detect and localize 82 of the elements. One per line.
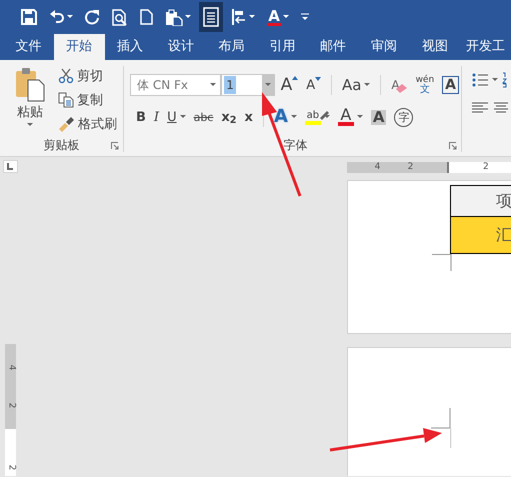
font-color-button[interactable]: A xyxy=(336,108,365,126)
ribbon-tab[interactable]: 布局 xyxy=(206,34,257,60)
ribbon-tab[interactable]: 文件 xyxy=(3,34,54,60)
group-label: 剪贴板 xyxy=(44,138,80,152)
print-preview-icon xyxy=(112,8,128,26)
ruler-number: 4 xyxy=(6,364,15,370)
format-painter-button[interactable]: 格式刷 xyxy=(56,115,119,133)
bold-button[interactable]: B xyxy=(134,110,148,124)
underline-button[interactable]: U xyxy=(165,110,188,124)
caret-icon xyxy=(356,115,363,119)
italic-button[interactable]: I xyxy=(152,110,162,124)
caret-icon xyxy=(324,115,330,119)
copy-icon xyxy=(58,92,74,108)
undo-icon xyxy=(49,10,65,24)
font-size-field[interactable]: 1 xyxy=(221,74,275,96)
customize-icon xyxy=(301,13,309,21)
superscript-button[interactable]: x xyxy=(242,110,255,124)
font-size-value: 1 xyxy=(224,76,236,94)
marker-icon xyxy=(320,110,330,120)
clipboard-icon xyxy=(14,66,46,102)
up-caret-icon xyxy=(292,76,298,80)
dialog-launcher-icon[interactable] xyxy=(449,142,457,150)
margin-mark xyxy=(431,408,451,448)
indent-icon xyxy=(231,8,247,26)
cut-button[interactable]: 剪切 xyxy=(56,67,119,85)
ribbon-tab[interactable]: 设计 xyxy=(155,34,206,60)
document-button[interactable] xyxy=(199,2,223,32)
caret-icon xyxy=(492,78,498,82)
caret-icon xyxy=(290,115,297,119)
paste-icon xyxy=(165,8,183,26)
enclose-characters-button[interactable]: 字 xyxy=(392,108,416,126)
subscript-button[interactable]: x$_{2}$ xyxy=(219,110,239,124)
new-document-icon xyxy=(140,9,153,25)
copy-button[interactable]: 复制 xyxy=(56,91,119,109)
highlight-button[interactable]: ab xyxy=(302,110,332,124)
ribbon-tab[interactable]: 开始 xyxy=(54,34,105,60)
dialog-launcher-icon[interactable] xyxy=(111,142,119,150)
change-case-button[interactable]: Aa xyxy=(340,78,372,92)
caret-icon xyxy=(180,115,186,119)
caret-icon xyxy=(210,83,216,87)
character-border-button[interactable]: A xyxy=(440,76,462,94)
paintbrush-icon xyxy=(58,116,75,132)
caret-icon xyxy=(283,15,289,19)
bullet-list-icon[interactable] xyxy=(472,72,488,88)
margin-mark xyxy=(432,254,452,271)
strikethrough-button[interactable]: abc xyxy=(192,112,216,122)
ribbon-tab[interactable]: 邮件 xyxy=(308,34,359,60)
ribbon-tab[interactable]: 审阅 xyxy=(358,34,410,60)
scissors-icon xyxy=(58,68,74,84)
caret-icon xyxy=(67,15,73,19)
group-label: 字体 xyxy=(284,138,308,152)
font-color-button[interactable]: A xyxy=(263,2,293,32)
ribbon-tab[interactable]: 引用 xyxy=(256,34,308,60)
ribbon-tab[interactable]: 开发工 xyxy=(460,34,511,60)
numbered-list-icon[interactable] xyxy=(502,72,508,88)
font-name-field[interactable]: 体 CN Fx xyxy=(130,74,222,96)
character-shading-button[interactable]: A xyxy=(368,110,388,124)
ribbon-tab[interactable]: 插入 xyxy=(104,34,156,60)
font-name-text: 体 CN Fx xyxy=(136,77,189,94)
ruler-number: 4 xyxy=(374,163,380,172)
caret-icon xyxy=(249,15,255,19)
redo-icon xyxy=(85,10,100,24)
align-left-icon[interactable] xyxy=(472,102,488,114)
ruler-number: 2 xyxy=(6,402,15,409)
caret-icon xyxy=(27,123,33,127)
paste-button[interactable]: 粘贴 xyxy=(8,66,52,133)
shrink-font-button[interactable]: A xyxy=(304,78,318,92)
grow-font-button[interactable]: A xyxy=(278,76,294,94)
save-icon xyxy=(21,9,37,25)
ruler-number: 2 xyxy=(6,464,15,470)
phonetic-guide-button[interactable]: wén 文 xyxy=(414,75,436,95)
caret-icon xyxy=(264,83,271,87)
caret-icon xyxy=(185,15,191,19)
down-caret-icon xyxy=(315,76,322,80)
tab-selector-icon[interactable] xyxy=(3,160,18,173)
ribbon-tab[interactable]: 视图 xyxy=(409,34,460,60)
ruler-number: 2 xyxy=(408,163,414,172)
document-icon xyxy=(203,7,219,27)
ruler-number: 2 xyxy=(483,163,489,172)
align-center-icon[interactable] xyxy=(494,102,508,114)
text-effects-button[interactable]: A xyxy=(272,108,299,126)
caret-icon xyxy=(364,83,370,87)
